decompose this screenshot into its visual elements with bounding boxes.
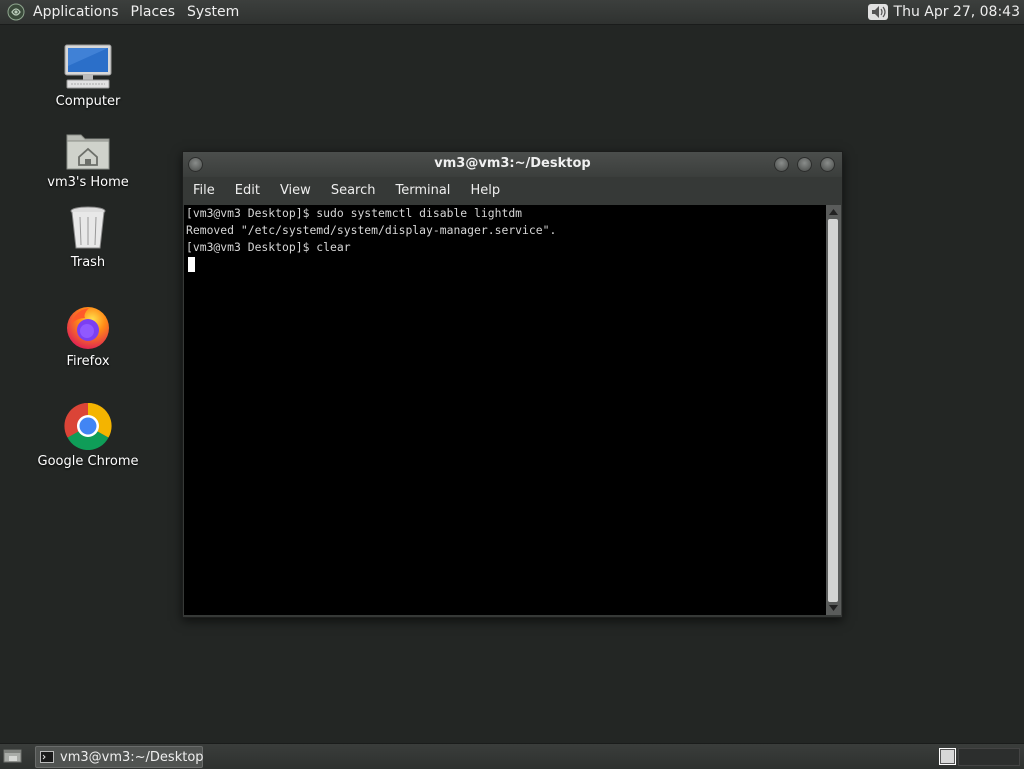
gnome-foot-icon[interactable] (5, 1, 27, 23)
trash-icon (33, 206, 143, 251)
firefox-icon (33, 306, 143, 350)
scroll-up-arrow-icon[interactable] (826, 206, 841, 218)
terminal-menubar: File Edit View Search Terminal Help (183, 177, 842, 204)
applications-menu[interactable]: Applications (27, 1, 125, 23)
window-title: vm3@vm3:~/Desktop (434, 156, 591, 171)
menu-file[interactable]: File (183, 177, 225, 204)
menu-edit[interactable]: Edit (225, 177, 270, 204)
desktop-icon-label: Firefox (66, 354, 110, 369)
bottom-panel: vm3@vm3:~/Desktop (0, 743, 1024, 769)
text-cursor (188, 257, 195, 272)
terminal-line: [vm3@vm3 Desktop]$ clear (186, 240, 351, 254)
terminal-prompt-line (184, 256, 826, 273)
speaker-icon[interactable] (864, 1, 892, 23)
taskbar-button-label: vm3@vm3:~/Desktop (60, 749, 204, 765)
minimize-button[interactable] (774, 157, 789, 172)
desktop-icon-chrome[interactable]: Google Chrome (33, 402, 143, 470)
desktop-icon-trash[interactable]: Trash (33, 206, 143, 271)
desktop-icon-computer[interactable]: Computer (33, 44, 143, 110)
terminal-line: [vm3@vm3 Desktop]$ sudo systemctl disabl… (186, 206, 523, 220)
scroll-down-arrow-icon[interactable] (826, 602, 841, 614)
maximize-button[interactable] (797, 157, 812, 172)
desktop-icon-home[interactable]: vm3's Home (33, 127, 143, 191)
desktop-icon-label: Google Chrome (37, 454, 139, 469)
computer-icon (33, 44, 143, 90)
desktop-icon-label: Trash (70, 255, 106, 270)
desktop-icon-label: Computer (55, 94, 121, 109)
desktop-icon-firefox[interactable]: Firefox (33, 306, 143, 370)
clock[interactable]: Thu Apr 27, 08:43 (892, 4, 1024, 20)
terminal-icon (40, 751, 54, 763)
terminal-scrollbar[interactable] (826, 205, 841, 615)
terminal-window: vm3@vm3:~/Desktop File Edit View Search … (182, 151, 843, 618)
home-folder-icon (33, 127, 143, 171)
menu-view[interactable]: View (270, 177, 321, 204)
system-menu[interactable]: System (181, 1, 245, 23)
places-menu[interactable]: Places (125, 1, 182, 23)
close-button[interactable] (820, 157, 835, 172)
menu-terminal[interactable]: Terminal (385, 177, 460, 204)
terminal-line: Removed "/etc/systemd/system/display-man… (186, 223, 557, 237)
chrome-icon (33, 402, 143, 450)
window-titlebar[interactable]: vm3@vm3:~/Desktop (183, 152, 842, 177)
workspace-switcher[interactable] (958, 748, 1020, 766)
scrollbar-thumb[interactable] (828, 219, 838, 602)
terminal-output[interactable]: [vm3@vm3 Desktop]$ sudo systemctl disabl… (184, 205, 826, 615)
taskbar-terminal-button[interactable]: vm3@vm3:~/Desktop (35, 746, 204, 768)
desktop-icon-label: vm3's Home (47, 175, 129, 190)
menu-help[interactable]: Help (460, 177, 510, 204)
top-panel: Applications Places System Thu Apr 27, 0… (0, 0, 1024, 25)
menu-search[interactable]: Search (321, 177, 386, 204)
show-desktop-icon[interactable] (3, 747, 23, 765)
workspace-1[interactable] (939, 748, 956, 765)
